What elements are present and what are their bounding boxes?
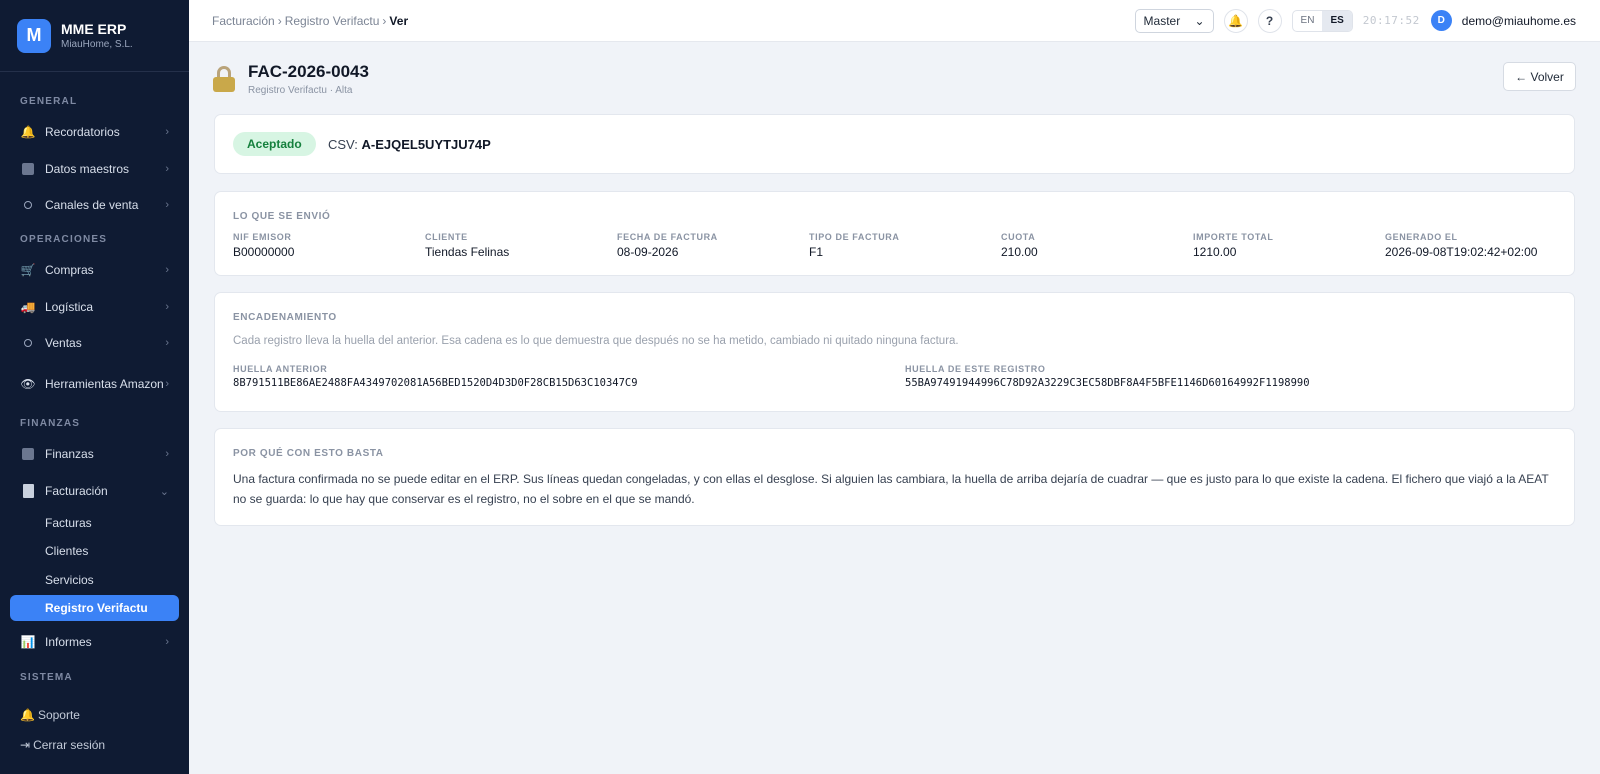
field-fecha-factura: FECHA DE FACTURA 08-09-2026 bbox=[617, 232, 718, 259]
chevron-right-icon: › bbox=[165, 636, 169, 648]
chevron-down-icon: ⌄ bbox=[159, 485, 169, 498]
sent-title: LO QUE SE ENVIÓ bbox=[233, 211, 331, 222]
this-hash: 55BA97491944996C78D92A3229C3EC58DBF8A4F5… bbox=[905, 377, 1310, 389]
avatar[interactable]: D bbox=[1430, 10, 1452, 31]
csv-value: A-EJQEL5UYTJU74P bbox=[361, 137, 491, 152]
breadcrumb: Facturación › Registro Verifactu › Ver bbox=[212, 14, 1135, 28]
logout-link[interactable]: ⇥ Cerrar sesión bbox=[20, 738, 105, 752]
status-badge: Aceptado bbox=[233, 132, 316, 156]
company-select[interactable]: Master ⌄ bbox=[1134, 8, 1214, 33]
bell-icon: 🔔 bbox=[1228, 13, 1243, 28]
sent-fields: NIF EMISOR B00000000 CLIENTE Tiendas Fel… bbox=[233, 232, 1556, 259]
circle-icon bbox=[20, 197, 36, 213]
main-content: Facturación › Registro Verifactu › Ver Maste… bbox=[189, 0, 1600, 774]
page-header: FAC-2026-0043 Registro Verifactu · Alta … bbox=[213, 62, 1576, 102]
brand[interactable]: M MME ERP MiauHome, S.L. bbox=[0, 0, 189, 72]
field-generado-el: GENERADO EL 2026-09-08T19:02:42+02:00 bbox=[1385, 232, 1538, 259]
cabinet-icon bbox=[20, 446, 36, 462]
sidebar-item-canales-venta[interactable]: Canales de venta › bbox=[10, 195, 179, 215]
why-title: POR QUÉ CON ESTO BASTA bbox=[233, 448, 384, 459]
this-hash-block: HUELLA DE ESTE REGISTRO 55BA97491944996C… bbox=[905, 364, 1310, 389]
chevron-right-icon: › bbox=[165, 337, 169, 349]
sent-card: LO QUE SE ENVIÓ NIF EMISOR B00000000 CLI… bbox=[214, 191, 1575, 276]
chevron-right-icon: › bbox=[165, 163, 169, 175]
sidebar-item-recordatorios[interactable]: 🔔 Recordatorios › bbox=[10, 122, 179, 142]
lock-icon bbox=[213, 66, 235, 92]
language-toggle: EN ES bbox=[1291, 9, 1353, 32]
section-operaciones: OPERACIONES bbox=[20, 234, 108, 245]
chevron-right-icon: › bbox=[165, 448, 169, 460]
document-icon bbox=[20, 483, 36, 499]
sidebar-subitem-servicios[interactable]: Servicios bbox=[10, 567, 179, 593]
cabinet-icon bbox=[20, 161, 36, 177]
page-subtitle: Registro Verifactu · Alta bbox=[248, 85, 353, 96]
why-card: POR QUÉ CON ESTO BASTA Una factura confi… bbox=[214, 428, 1575, 526]
field-cliente: CLIENTE Tiendas Felinas bbox=[425, 232, 510, 259]
chevron-down-icon: ⌄ bbox=[1194, 13, 1205, 28]
sidebar-item-compras[interactable]: 🛒 Compras › bbox=[10, 260, 179, 280]
chevron-right-icon: › bbox=[165, 264, 169, 276]
field-tipo-factura: TIPO DE FACTURA F1 bbox=[809, 232, 900, 259]
prev-hash-block: HUELLA ANTERIOR 8B791511BE86AE2488FA4349… bbox=[233, 364, 638, 389]
notifications-button[interactable]: 🔔 bbox=[1223, 8, 1248, 33]
chain-title: ENCADENAMIENTO bbox=[233, 312, 337, 323]
page-title: FAC-2026-0043 bbox=[248, 62, 369, 81]
brand-company: MiauHome, S.L. bbox=[61, 39, 133, 50]
csv-code: CSV: A-EJQEL5UYTJU74P bbox=[328, 137, 491, 152]
chevron-right-icon: › bbox=[165, 378, 169, 390]
sidebar-item-finanzas[interactable]: Finanzas › bbox=[10, 444, 179, 464]
sidebar-item-informes[interactable]: 📊 Informes › bbox=[10, 632, 179, 652]
circle-icon bbox=[20, 335, 36, 351]
breadcrumb-separator: › bbox=[277, 13, 282, 28]
help-button[interactable]: ? bbox=[1257, 8, 1282, 33]
field-cuota: CUOTA 210.00 bbox=[1001, 232, 1038, 259]
why-text: Una factura confirmada no se puede edita… bbox=[233, 472, 1549, 506]
section-finanzas: FINANZAS bbox=[20, 418, 81, 429]
section-general: GENERAL bbox=[20, 96, 78, 107]
sidebar-item-facturacion[interactable]: Facturación ⌄ bbox=[10, 481, 179, 501]
chain-card: ENCADENAMIENTO Cada registro lleva la hu… bbox=[214, 292, 1575, 412]
sidebar-subitem-registro-verifactu[interactable]: Registro Verifactu bbox=[10, 595, 179, 621]
sidebar: M MME ERP MiauHome, S.L. GENERAL 🔔 Recor… bbox=[0, 0, 189, 774]
chevron-right-icon: › bbox=[165, 301, 169, 313]
chain-description: Cada registro lleva la huella del anteri… bbox=[233, 335, 959, 347]
breadcrumb-registro-verifactu[interactable]: Registro Verifactu bbox=[285, 14, 380, 28]
brand-name: MME ERP bbox=[61, 21, 127, 37]
breadcrumb-current: Ver bbox=[389, 13, 409, 28]
breadcrumb-separator: › bbox=[382, 13, 387, 28]
breadcrumb-facturacion[interactable]: Facturación bbox=[212, 14, 275, 28]
status-card: Aceptado CSV: A-EJQEL5UYTJU74P bbox=[214, 114, 1575, 174]
section-sistema: SISTEMA bbox=[20, 672, 73, 683]
back-button[interactable]: ← Volver bbox=[1503, 62, 1576, 91]
bell-icon: 🔔 bbox=[20, 125, 36, 139]
bell-icon: 🔔 bbox=[20, 708, 35, 722]
chevron-right-icon: › bbox=[165, 126, 169, 138]
truck-icon: 🚚 bbox=[20, 300, 36, 314]
lang-en-button[interactable]: EN bbox=[1293, 11, 1323, 31]
field-nif-emisor: NIF EMISOR B00000000 bbox=[233, 232, 295, 259]
user-email[interactable]: demo@miauhome.es bbox=[1462, 14, 1576, 28]
chart-icon: 📊 bbox=[20, 635, 36, 649]
chevron-right-icon: › bbox=[165, 199, 169, 211]
sidebar-item-logistica[interactable]: 🚚 Logística › bbox=[10, 297, 179, 317]
sidebar-item-datos-maestros[interactable]: Datos maestros › bbox=[10, 159, 179, 179]
sidebar-item-ventas[interactable]: Ventas › bbox=[10, 333, 179, 353]
cart-icon: 🛒 bbox=[20, 263, 36, 277]
sidebar-subitem-facturas[interactable]: Facturas bbox=[10, 510, 179, 536]
lang-es-button[interactable]: ES bbox=[1322, 10, 1352, 31]
brand-logo: M bbox=[17, 18, 51, 53]
field-importe-total: IMPORTE TOTAL 1210.00 bbox=[1193, 232, 1274, 259]
logout-icon: ⇥ bbox=[20, 738, 31, 752]
support-link[interactable]: 🔔 Soporte bbox=[20, 708, 80, 722]
eye-icon: 👁 bbox=[20, 377, 36, 391]
topbar: Facturación › Registro Verifactu › Ver Maste… bbox=[189, 0, 1600, 42]
clock: 20:17:52 bbox=[1362, 14, 1420, 27]
sidebar-item-herramientas-amazon[interactable]: 👁 Herramientas Amazon › bbox=[10, 369, 179, 399]
sidebar-subitem-clientes[interactable]: Clientes bbox=[10, 538, 179, 564]
prev-hash: 8B791511BE86AE2488FA4349702081A56BED1520… bbox=[233, 377, 638, 389]
